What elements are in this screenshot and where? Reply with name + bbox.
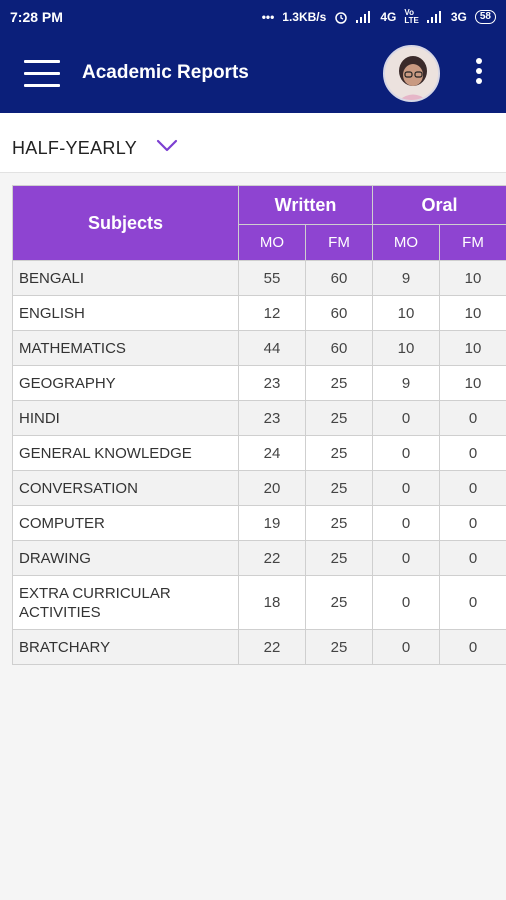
written-mo-cell: 18 [238, 575, 306, 630]
table-row: MATHEMATICS 44 60 10 10 [12, 330, 506, 366]
table-row: GENERAL KNOWLEDGE 24 25 0 0 [12, 435, 506, 471]
subject-cell: COMPUTER [12, 505, 239, 541]
volte-icon: Vo LTE [404, 8, 419, 25]
oral-fm-cell: 0 [439, 470, 506, 506]
network-type-2: 3G [450, 10, 467, 24]
table-row: COMPUTER 19 25 0 0 [12, 505, 506, 541]
network-speed: 1.3KB/s [282, 10, 327, 24]
status-bar: 7:28 PM ••• 1.3KB/s 4G Vo LTE 3G 58 [0, 0, 506, 34]
written-fm-cell: 60 [304, 330, 374, 366]
subject-cell: DRAWING [12, 540, 239, 576]
written-fm-cell: 25 [304, 629, 374, 665]
marks-table: Subjects Written Oral MO FM MO FM BENGAL… [12, 185, 506, 665]
header-written-mo: MO [238, 224, 306, 261]
oral-fm-cell: 0 [439, 575, 506, 630]
table-row: ENGLISH 12 60 10 10 [12, 295, 506, 331]
subject-cell: GENERAL KNOWLEDGE [12, 435, 239, 471]
written-fm-cell: 25 [304, 400, 374, 436]
subject-cell: MATHEMATICS [12, 330, 239, 366]
subject-cell: GEOGRAPHY [12, 365, 239, 401]
table-row: EXTRA CURRICULAR ACTIVITIES 18 25 0 0 [12, 575, 506, 630]
written-mo-cell: 12 [238, 295, 306, 331]
oral-mo-cell: 0 [372, 629, 441, 665]
header-oral-mo: MO [372, 224, 441, 261]
written-fm-cell: 25 [304, 470, 374, 506]
table-row: BRATCHARY 22 25 0 0 [12, 629, 506, 665]
oral-fm-cell: 0 [439, 629, 506, 665]
written-fm-cell: 60 [304, 260, 374, 296]
oral-mo-cell: 9 [372, 260, 441, 296]
written-mo-cell: 22 [238, 540, 306, 576]
written-mo-cell: 19 [238, 505, 306, 541]
header-subjects: Subjects [12, 185, 239, 261]
subject-cell: ENGLISH [12, 295, 239, 331]
oral-mo-cell: 0 [372, 505, 441, 541]
table-row: BENGALI 55 60 9 10 [12, 260, 506, 296]
oral-fm-cell: 10 [439, 365, 506, 401]
written-fm-cell: 25 [304, 505, 374, 541]
table-row: GEOGRAPHY 23 25 9 10 [12, 365, 506, 401]
oral-fm-cell: 0 [439, 505, 506, 541]
written-mo-cell: 20 [238, 470, 306, 506]
oral-mo-cell: 0 [372, 540, 441, 576]
oral-fm-cell: 0 [439, 435, 506, 471]
chevron-down-icon[interactable] [156, 139, 178, 153]
written-fm-cell: 60 [304, 295, 374, 331]
table-row: DRAWING 22 25 0 0 [12, 540, 506, 576]
exam-type-select[interactable]: HALF-YEARLY [12, 138, 137, 159]
more-vert-icon[interactable] [470, 58, 488, 90]
status-time: 7:28 PM [10, 9, 63, 25]
header-written-fm: FM [304, 224, 374, 261]
oral-fm-cell: 0 [439, 400, 506, 436]
oral-mo-cell: 10 [372, 295, 441, 331]
status-icons: ••• 1.3KB/s 4G Vo LTE 3G 58 [262, 9, 496, 25]
written-fm-cell: 25 [304, 365, 374, 401]
written-mo-cell: 23 [238, 365, 306, 401]
header-oral-fm: FM [439, 224, 506, 261]
more-dots-icon: ••• [261, 10, 275, 24]
oral-fm-cell: 0 [439, 540, 506, 576]
oral-mo-cell: 0 [372, 435, 441, 471]
oral-mo-cell: 9 [372, 365, 441, 401]
header-oral: Oral [372, 185, 506, 225]
subject-cell: HINDI [12, 400, 239, 436]
written-fm-cell: 25 [304, 435, 374, 471]
table-row: CONVERSATION 20 25 0 0 [12, 470, 506, 506]
battery-icon: 58 [474, 10, 496, 24]
subject-cell: BENGALI [12, 260, 239, 296]
header-written: Written [237, 185, 374, 225]
oral-mo-cell: 0 [372, 575, 441, 630]
alarm-icon [335, 12, 348, 24]
written-mo-cell: 23 [238, 400, 306, 436]
signal-icon-2 [426, 11, 441, 23]
avatar[interactable] [383, 45, 440, 102]
written-fm-cell: 25 [304, 540, 374, 576]
written-mo-cell: 24 [238, 435, 306, 471]
exam-filter-bar[interactable]: HALF-YEARLY [0, 113, 506, 173]
network-type-1: 4G [380, 10, 397, 24]
subject-cell: EXTRA CURRICULAR ACTIVITIES [12, 575, 239, 630]
signal-icon [356, 11, 371, 23]
written-mo-cell: 44 [238, 330, 306, 366]
subject-cell: BRATCHARY [12, 629, 239, 665]
subject-cell: CONVERSATION [12, 470, 239, 506]
oral-fm-cell: 10 [439, 330, 506, 366]
page-title: Academic Reports [82, 62, 249, 83]
oral-mo-cell: 10 [372, 330, 441, 366]
oral-fm-cell: 10 [439, 295, 506, 331]
oral-fm-cell: 10 [439, 260, 506, 296]
app-bar: Academic Reports [0, 34, 506, 113]
written-mo-cell: 22 [238, 629, 306, 665]
hamburger-menu-icon[interactable] [24, 60, 60, 88]
written-mo-cell: 55 [238, 260, 306, 296]
oral-mo-cell: 0 [372, 470, 441, 506]
table-row: HINDI 23 25 0 0 [12, 400, 506, 436]
oral-mo-cell: 0 [372, 400, 441, 436]
written-fm-cell: 25 [304, 575, 374, 630]
marks-table-container: Subjects Written Oral MO FM MO FM BENGAL… [12, 185, 506, 665]
